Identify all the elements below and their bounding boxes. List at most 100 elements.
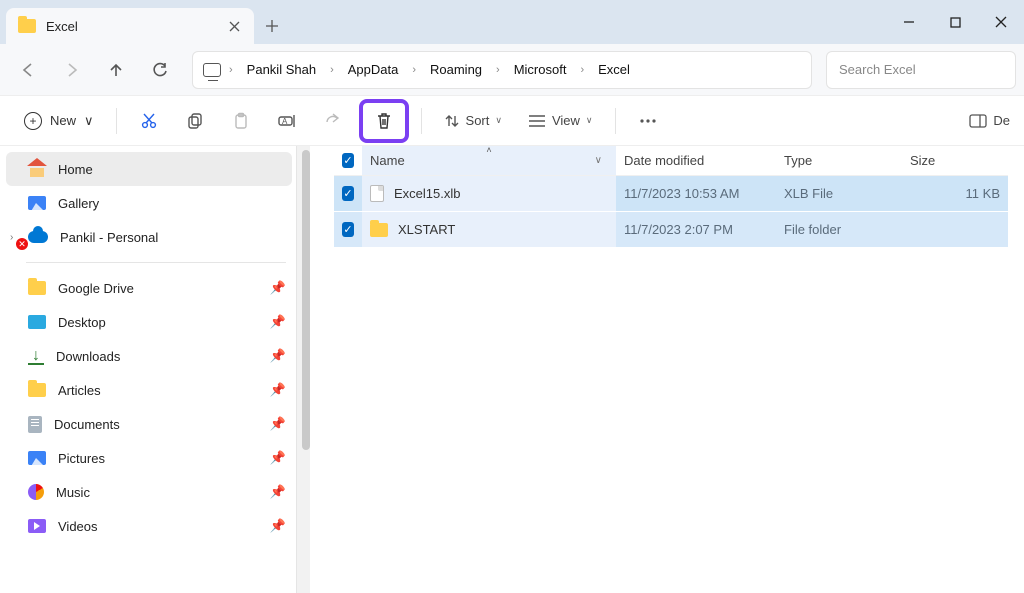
sidebar-item-onedrive[interactable]: › ✕ Pankil - Personal xyxy=(6,220,310,254)
sidebar-item-downloads[interactable]: Downloads 📌 xyxy=(6,339,310,373)
file-name-cell[interactable]: XLSTART xyxy=(362,212,616,247)
new-label: New xyxy=(50,113,76,128)
forward-button[interactable] xyxy=(52,52,92,88)
file-type-cell: XLB File xyxy=(776,186,902,201)
details-label: De xyxy=(993,113,1010,128)
column-header-row: ✓ ˄ Name ∨ Date modified Type Size xyxy=(334,146,1008,176)
select-all-checkbox[interactable]: ✓ xyxy=(334,153,362,168)
sidebar-label: Music xyxy=(56,485,90,500)
column-header-type[interactable]: Type xyxy=(776,153,902,168)
sidebar-item-videos[interactable]: Videos 📌 xyxy=(6,509,310,543)
breadcrumb-item[interactable]: Microsoft xyxy=(508,58,573,81)
sidebar-item-desktop[interactable]: Desktop 📌 xyxy=(6,305,310,339)
download-icon xyxy=(28,348,44,364)
chevron-right-icon[interactable]: › xyxy=(494,64,502,76)
folder-icon xyxy=(370,223,388,237)
breadcrumb-item[interactable]: Pankil Shah xyxy=(241,58,322,81)
maximize-button[interactable] xyxy=(932,0,978,44)
sidebar-label: Gallery xyxy=(58,196,99,211)
tab-title: Excel xyxy=(46,19,216,34)
back-button[interactable] xyxy=(8,52,48,88)
svg-text:A: A xyxy=(282,117,288,126)
column-header-date[interactable]: Date modified xyxy=(616,153,776,168)
chevron-right-icon[interactable]: › xyxy=(578,64,586,76)
copy-button[interactable] xyxy=(175,103,215,139)
chevron-right-icon[interactable]: › xyxy=(410,64,418,76)
sidebar-label: Desktop xyxy=(58,315,106,330)
error-badge-icon: ✕ xyxy=(16,238,28,250)
divider xyxy=(116,108,117,134)
paste-button[interactable] xyxy=(221,103,261,139)
breadcrumb-item[interactable]: Roaming xyxy=(424,58,488,81)
home-icon xyxy=(28,161,46,177)
window-tab[interactable]: Excel xyxy=(6,8,254,44)
sort-icon xyxy=(444,113,460,129)
new-button[interactable]: + New ∨ xyxy=(14,103,104,139)
search-input[interactable]: Search Excel xyxy=(826,51,1016,89)
delete-button-highlighted[interactable] xyxy=(359,99,409,143)
details-pane-button[interactable]: De xyxy=(963,103,1010,139)
sidebar-item-documents[interactable]: Documents 📌 xyxy=(6,407,310,441)
pin-icon: 📌 xyxy=(270,382,286,398)
breadcrumb-bar[interactable]: › Pankil Shah › AppData › Roaming › Micr… xyxy=(192,51,812,89)
column-header-name[interactable]: ˄ Name ∨ xyxy=(362,146,616,175)
minimize-button[interactable] xyxy=(886,0,932,44)
refresh-button[interactable] xyxy=(140,52,180,88)
pin-icon: 📌 xyxy=(270,484,286,500)
sidebar-item-home[interactable]: Home xyxy=(6,152,292,186)
details-pane-icon xyxy=(969,114,987,128)
cut-button[interactable] xyxy=(129,103,169,139)
breadcrumb-item[interactable]: Excel xyxy=(592,58,636,81)
pin-icon: 📌 xyxy=(270,348,286,364)
more-button[interactable] xyxy=(628,103,668,139)
sidebar-item-articles[interactable]: Articles 📌 xyxy=(6,373,310,407)
column-header-size[interactable]: Size xyxy=(902,153,1008,168)
sidebar-item-google-drive[interactable]: Google Drive 📌 xyxy=(6,271,310,305)
navigation-sidebar: Home Gallery › ✕ Pankil - Personal Googl… xyxy=(0,146,310,593)
sidebar-label: Articles xyxy=(58,383,101,398)
row-checkbox[interactable]: ✓ xyxy=(334,222,362,237)
chevron-right-icon[interactable]: › xyxy=(328,64,336,76)
up-button[interactable] xyxy=(96,52,136,88)
sort-ascending-icon: ˄ xyxy=(486,145,491,155)
file-row[interactable]: ✓ XLSTART 11/7/2023 2:07 PM File folder xyxy=(334,212,1008,248)
pin-icon: 📌 xyxy=(270,280,286,296)
chevron-right-icon[interactable]: › xyxy=(227,64,235,76)
file-row[interactable]: ✓ Excel15.xlb 11/7/2023 10:53 AM XLB Fil… xyxy=(334,176,1008,212)
sidebar-item-music[interactable]: Music 📌 xyxy=(6,475,310,509)
pin-icon: 📌 xyxy=(270,416,286,432)
address-bar-row: › Pankil Shah › AppData › Roaming › Micr… xyxy=(0,44,1024,96)
sort-button[interactable]: Sort ∨ xyxy=(434,103,512,139)
share-button[interactable] xyxy=(313,103,353,139)
sidebar-item-pictures[interactable]: Pictures 📌 xyxy=(6,441,310,475)
gallery-icon xyxy=(28,196,46,210)
content-area: Home Gallery › ✕ Pankil - Personal Googl… xyxy=(0,146,1024,593)
folder-icon xyxy=(18,19,36,33)
view-button[interactable]: View ∨ xyxy=(518,103,603,139)
window-controls xyxy=(886,0,1024,44)
divider xyxy=(421,108,422,134)
row-checkbox[interactable]: ✓ xyxy=(334,186,362,201)
breadcrumb-item[interactable]: AppData xyxy=(342,58,405,81)
close-window-button[interactable] xyxy=(978,0,1024,44)
file-list-pane: ✓ ˄ Name ∨ Date modified Type Size ✓ Exc… xyxy=(310,146,1024,593)
desktop-icon xyxy=(28,315,46,329)
pictures-icon xyxy=(28,451,46,465)
rename-button[interactable]: A xyxy=(267,103,307,139)
checkbox-checked-icon: ✓ xyxy=(342,222,354,237)
sidebar-label: Downloads xyxy=(56,349,120,364)
document-icon xyxy=(28,416,42,433)
trash-icon xyxy=(375,111,393,131)
chevron-right-icon[interactable]: › xyxy=(10,232,13,243)
sidebar-item-gallery[interactable]: Gallery xyxy=(6,186,310,220)
column-label: Size xyxy=(910,153,935,168)
chevron-down-icon[interactable]: ∨ xyxy=(595,155,608,166)
new-tab-button[interactable] xyxy=(254,8,290,44)
column-label: Date modified xyxy=(624,153,704,168)
video-icon xyxy=(28,519,46,533)
plus-circle-icon: + xyxy=(24,112,42,130)
close-tab-button[interactable] xyxy=(226,18,242,34)
sidebar-label: Pankil - Personal xyxy=(60,230,158,245)
file-name-cell[interactable]: Excel15.xlb xyxy=(362,176,616,211)
view-label: View xyxy=(552,113,580,128)
